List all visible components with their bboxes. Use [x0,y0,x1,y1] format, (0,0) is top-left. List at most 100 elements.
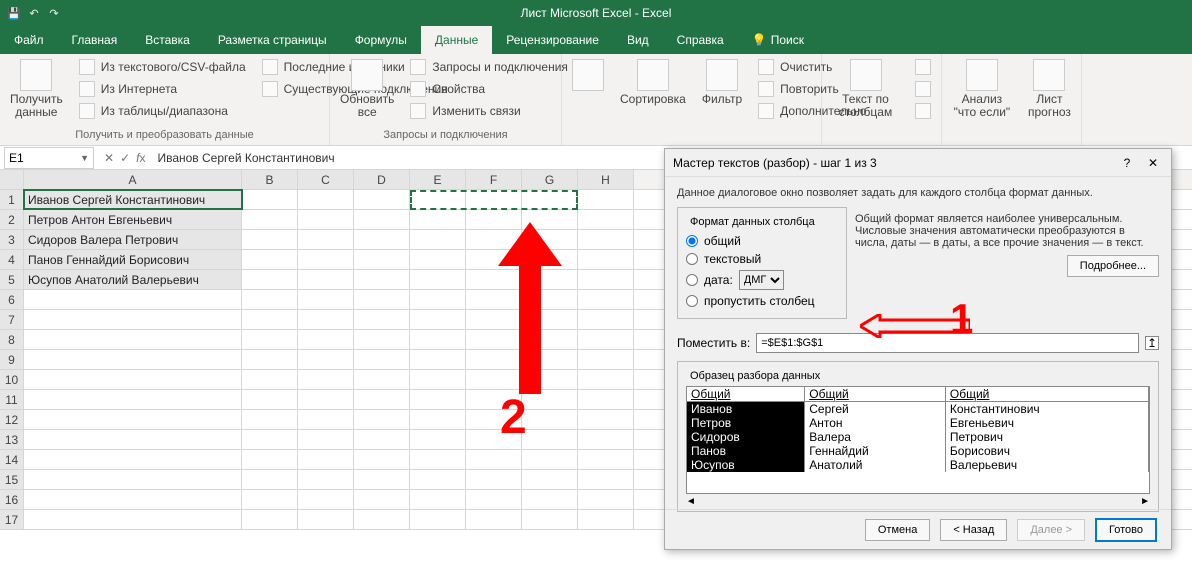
cell[interactable] [578,190,634,209]
cell[interactable] [354,410,410,429]
cell[interactable] [354,330,410,349]
row-header[interactable]: 2 [0,210,24,229]
cell[interactable] [522,470,578,489]
cell[interactable] [410,310,466,329]
cell[interactable]: Иванов Сергей Константинович [24,190,242,209]
cell[interactable] [410,470,466,489]
forecast-sheet-button[interactable]: Лист прогноз [1024,57,1075,121]
cell[interactable] [578,470,634,489]
column-header[interactable]: H [578,170,634,189]
cell[interactable] [466,330,522,349]
cell[interactable] [298,410,354,429]
cell[interactable] [242,470,298,489]
refresh-all-button[interactable]: Обновить все [336,57,398,121]
cell[interactable] [578,490,634,509]
cell[interactable] [298,470,354,489]
cell[interactable] [242,490,298,509]
redo-icon[interactable]: ↷ [46,5,62,21]
cell[interactable] [24,370,242,389]
cell[interactable]: Юсупов Анатолий Валерьевич [24,270,242,289]
cell[interactable] [466,450,522,469]
column-header[interactable]: C [298,170,354,189]
cell[interactable] [410,390,466,409]
back-button[interactable]: < Назад [940,519,1007,541]
cell[interactable] [354,510,410,529]
tab-data[interactable]: Данные [421,26,492,54]
tab-file[interactable]: Файл [0,26,58,54]
cell[interactable] [242,230,298,249]
column-header[interactable]: B [242,170,298,189]
cell[interactable] [24,510,242,529]
column-header[interactable]: A [24,170,242,189]
row-header[interactable]: 16 [0,490,24,509]
cell[interactable] [298,190,354,209]
cell[interactable] [24,410,242,429]
cell[interactable] [466,490,522,509]
cell[interactable] [522,430,578,449]
cell[interactable] [410,490,466,509]
cell[interactable] [24,330,242,349]
finish-button[interactable]: Готово [1095,518,1157,542]
cell[interactable] [578,330,634,349]
cell[interactable] [354,310,410,329]
cell[interactable] [354,250,410,269]
column-header[interactable]: E [410,170,466,189]
cell[interactable] [242,270,298,289]
row-header[interactable]: 10 [0,370,24,389]
close-icon[interactable]: ✕ [1143,153,1163,173]
cell[interactable] [242,450,298,469]
cell[interactable] [242,330,298,349]
cell[interactable] [24,490,242,509]
row-header[interactable]: 4 [0,250,24,269]
scroll-left-icon[interactable]: ◄ [686,496,696,507]
cell[interactable] [354,270,410,289]
row-header[interactable]: 13 [0,430,24,449]
get-data-button[interactable]: Получить данные [6,57,67,121]
cell[interactable] [242,310,298,329]
help-icon[interactable]: ? [1117,153,1137,173]
cell[interactable] [410,250,466,269]
column-header[interactable]: D [354,170,410,189]
cell[interactable] [298,490,354,509]
radio-general[interactable]: общий [686,232,838,250]
cell[interactable] [354,390,410,409]
cell[interactable] [242,390,298,409]
cell[interactable] [354,370,410,389]
cell[interactable] [298,450,354,469]
radio-skip[interactable]: пропустить столбец [686,292,838,310]
row-header[interactable]: 8 [0,330,24,349]
cell[interactable] [578,410,634,429]
cell[interactable] [466,350,522,369]
cell[interactable] [242,250,298,269]
cell[interactable] [354,490,410,509]
cell[interactable] [522,410,578,429]
cell[interactable] [410,210,466,229]
scroll-right-icon[interactable]: ► [1140,496,1150,507]
row-header[interactable]: 12 [0,410,24,429]
cell[interactable] [242,190,298,209]
tab-view[interactable]: Вид [613,26,663,54]
cell[interactable] [410,410,466,429]
cell[interactable] [410,510,466,529]
edit-links-button[interactable]: Изменить связи [406,101,572,121]
cell[interactable] [24,290,242,309]
row-header[interactable]: 15 [0,470,24,489]
filter-button[interactable]: Фильтр [698,57,746,108]
from-text-csv-button[interactable]: Из текстового/CSV-файла [75,57,250,77]
cell[interactable] [466,270,522,289]
cell[interactable] [354,210,410,229]
tab-page-layout[interactable]: Разметка страницы [204,26,341,54]
search-tell-me[interactable]: 💡 Поиск [738,26,818,54]
cell[interactable] [354,430,410,449]
cell[interactable] [242,510,298,529]
range-selector-icon[interactable]: ↥ [1145,336,1159,350]
save-icon[interactable]: 💾 [6,5,22,21]
cell[interactable] [298,510,354,529]
cell[interactable] [578,350,634,369]
cell[interactable]: Панов Геннайдий Борисович [24,250,242,269]
row-header[interactable]: 3 [0,230,24,249]
tab-home[interactable]: Главная [58,26,132,54]
cell[interactable] [242,370,298,389]
sort-asc-button[interactable] [568,57,608,93]
cell[interactable] [354,290,410,309]
